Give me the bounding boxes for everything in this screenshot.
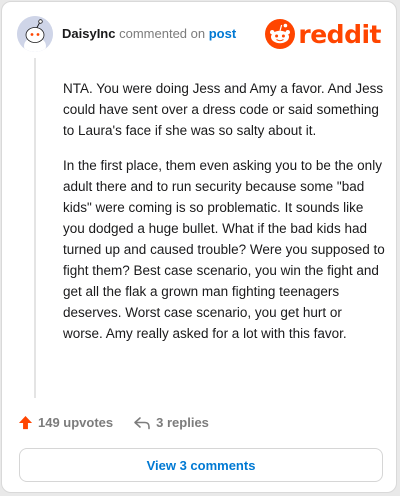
action-text: commented on: [119, 26, 206, 41]
comment-actions: 149 upvotes 3 replies: [18, 415, 229, 430]
username-link[interactable]: DaisyInc: [62, 26, 115, 41]
avatar[interactable]: [17, 16, 53, 52]
reddit-alien-icon: [265, 19, 296, 49]
upvote-button[interactable]: 149 upvotes: [18, 415, 113, 430]
comment-paragraph: NTA. You were doing Jess and Amy a favor…: [63, 81, 384, 138]
comment-paragraph: In the first place, them even asking you…: [63, 158, 385, 341]
reply-count: 3 replies: [156, 415, 209, 430]
reddit-logo[interactable]: reddit: [265, 19, 381, 49]
reply-button[interactable]: 3 replies: [133, 415, 209, 430]
reply-arrow-icon: [134, 416, 150, 429]
post-link[interactable]: post: [209, 26, 236, 41]
view-comments-label: View 3 comments: [146, 457, 256, 473]
view-comments-button[interactable]: View 3 comments: [19, 448, 383, 482]
comment-body: NTA. You were doing Jess and Amy a favor…: [63, 78, 385, 358]
thread-line[interactable]: [34, 58, 36, 398]
reddit-wordmark: reddit: [298, 19, 381, 49]
upvote-arrow-icon: [18, 415, 33, 430]
comment-card: DaisyInc commented on post reddit NTA. Y…: [1, 1, 397, 493]
upvote-count: 149 upvotes: [38, 415, 114, 430]
comment-header: DaisyInc commented on post: [62, 26, 236, 41]
